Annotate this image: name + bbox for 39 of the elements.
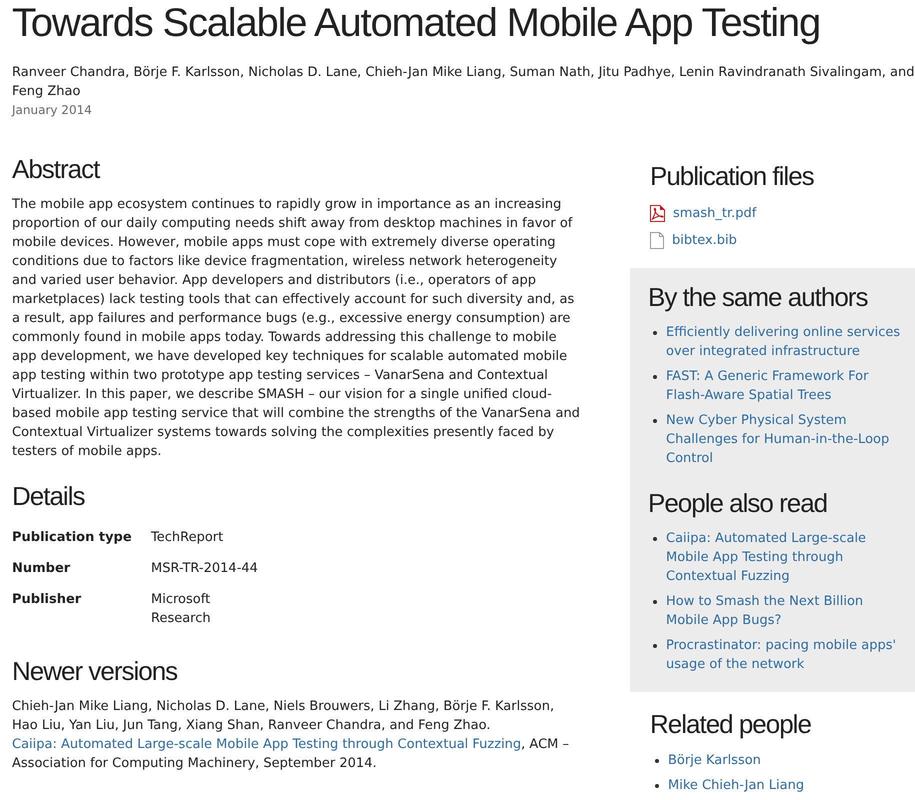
person-link[interactable]: Börje Karlsson bbox=[668, 750, 761, 770]
section-heading: Abstract bbox=[12, 153, 101, 186]
detail-value: TechReport bbox=[151, 528, 224, 546]
detail-label: Publication type bbox=[12, 528, 133, 546]
section-heading: Publication files bbox=[650, 160, 815, 193]
abstract-text: The mobile app ecosystem continues to rapidly grow in importance as an increasing proportion of our daily computing needs shift away from desktop machines in favor of mobile devices. However, mobile apps must cope with extremely diverse operating conditions due to factors like device fragmentation, wireless network heterogeneity and varied user behavior. App developers and distributors (i.e., operators of app marketplaces) lack testing tools that can effectively account for such diversity and, as a result, app failures and performance bugs (e.g., excessive energy consumption) are commonly found in mobile apps today. Towards addressing this challenge to mobile app development, we have developed key techniques for scalable automated mobile app testing within two prototype app testing services – VanarSena and Contextual Virtualizer. In this paper, we describe SMASH – our vision for a single unified cloud-based mobile app testing service that will combine the strengths of the VanarSena and Contextual Virtualizer systems towards solving the complexities presently faced by testers of mobile apps. bbox=[12, 196, 581, 460]
detail-value: Microsoft Research bbox=[151, 590, 212, 628]
publication-date: January 2014 bbox=[12, 102, 93, 118]
bullet-icon bbox=[653, 418, 657, 422]
bullet-icon bbox=[653, 374, 657, 378]
related-link[interactable]: How to Smash the Next Billion Mobile App Bugs? bbox=[666, 592, 903, 630]
related-link[interactable]: Procrastinator: pacing mobile apps' usage of the network bbox=[666, 636, 903, 674]
bullet-icon bbox=[653, 600, 657, 604]
section-heading: Newer versions bbox=[12, 655, 178, 688]
document-icon bbox=[650, 232, 664, 248]
section-heading: By the same authors bbox=[648, 281, 868, 314]
section-heading: Details bbox=[12, 480, 86, 513]
bullet-icon bbox=[653, 330, 657, 334]
file-link[interactable]: smash_tr.pdf bbox=[673, 204, 756, 222]
paper-title: Towards Scalable Automated Mobile App Testing bbox=[12, 0, 822, 46]
person-link[interactable]: Mike Chieh-Jan Liang bbox=[668, 776, 804, 794]
bullet-icon bbox=[653, 536, 657, 540]
bullet-icon bbox=[655, 784, 659, 788]
bullet-icon bbox=[655, 758, 659, 762]
bullet-icon bbox=[653, 644, 657, 648]
citation-text: Chieh-Jan Mike Liang, Nicholas D. Lane, Niels Brouwers, Li Zhang, Börje F. Karlsson, Hao Liu, Yan Liu, Jun Tang, Xiang Shan, Ranveer Chandra, and Feng Zhao. Caiipa: Automated Large-scale Mobile App Testing through Contextual Fuzzing, ACM – Association for Computing Machinery, September 2014. bbox=[12, 698, 570, 772]
detail-label: Publisher bbox=[12, 590, 82, 608]
related-link[interactable]: Efficiently delivering online services over integrated infrastructure bbox=[666, 322, 903, 360]
related-link[interactable]: FAST: A Generic Framework For Flash-Aware Spatial Trees bbox=[666, 366, 903, 404]
detail-value: MSR-TR-2014-44 bbox=[151, 560, 259, 578]
pdf-file-icon bbox=[650, 204, 665, 222]
detail-label: Number bbox=[12, 560, 72, 578]
author-list: Ranveer Chandra, Börje F. Karlsson, Nicholas D. Lane, Chieh-Jan Mike Liang, Suman Nath, Jitu Padhye, Lenin Ravindranath Sivalingam, and Feng Zhao bbox=[12, 62, 915, 100]
related-link[interactable]: Caiipa: Automated Large-scale Mobile App Testing through Contextual Fuzzing bbox=[666, 528, 903, 586]
paper-link[interactable]: Caiipa: Automated Large-scale Mobile App Testing through Contextual Fuzzing bbox=[12, 736, 522, 752]
file-link[interactable]: bibtex.bib bbox=[672, 230, 737, 250]
related-link[interactable]: New Cyber Physical System Challenges for Human-in-the-Loop Control bbox=[666, 410, 903, 468]
section-heading: Related people bbox=[650, 708, 812, 741]
section-heading: People also read bbox=[648, 487, 828, 520]
